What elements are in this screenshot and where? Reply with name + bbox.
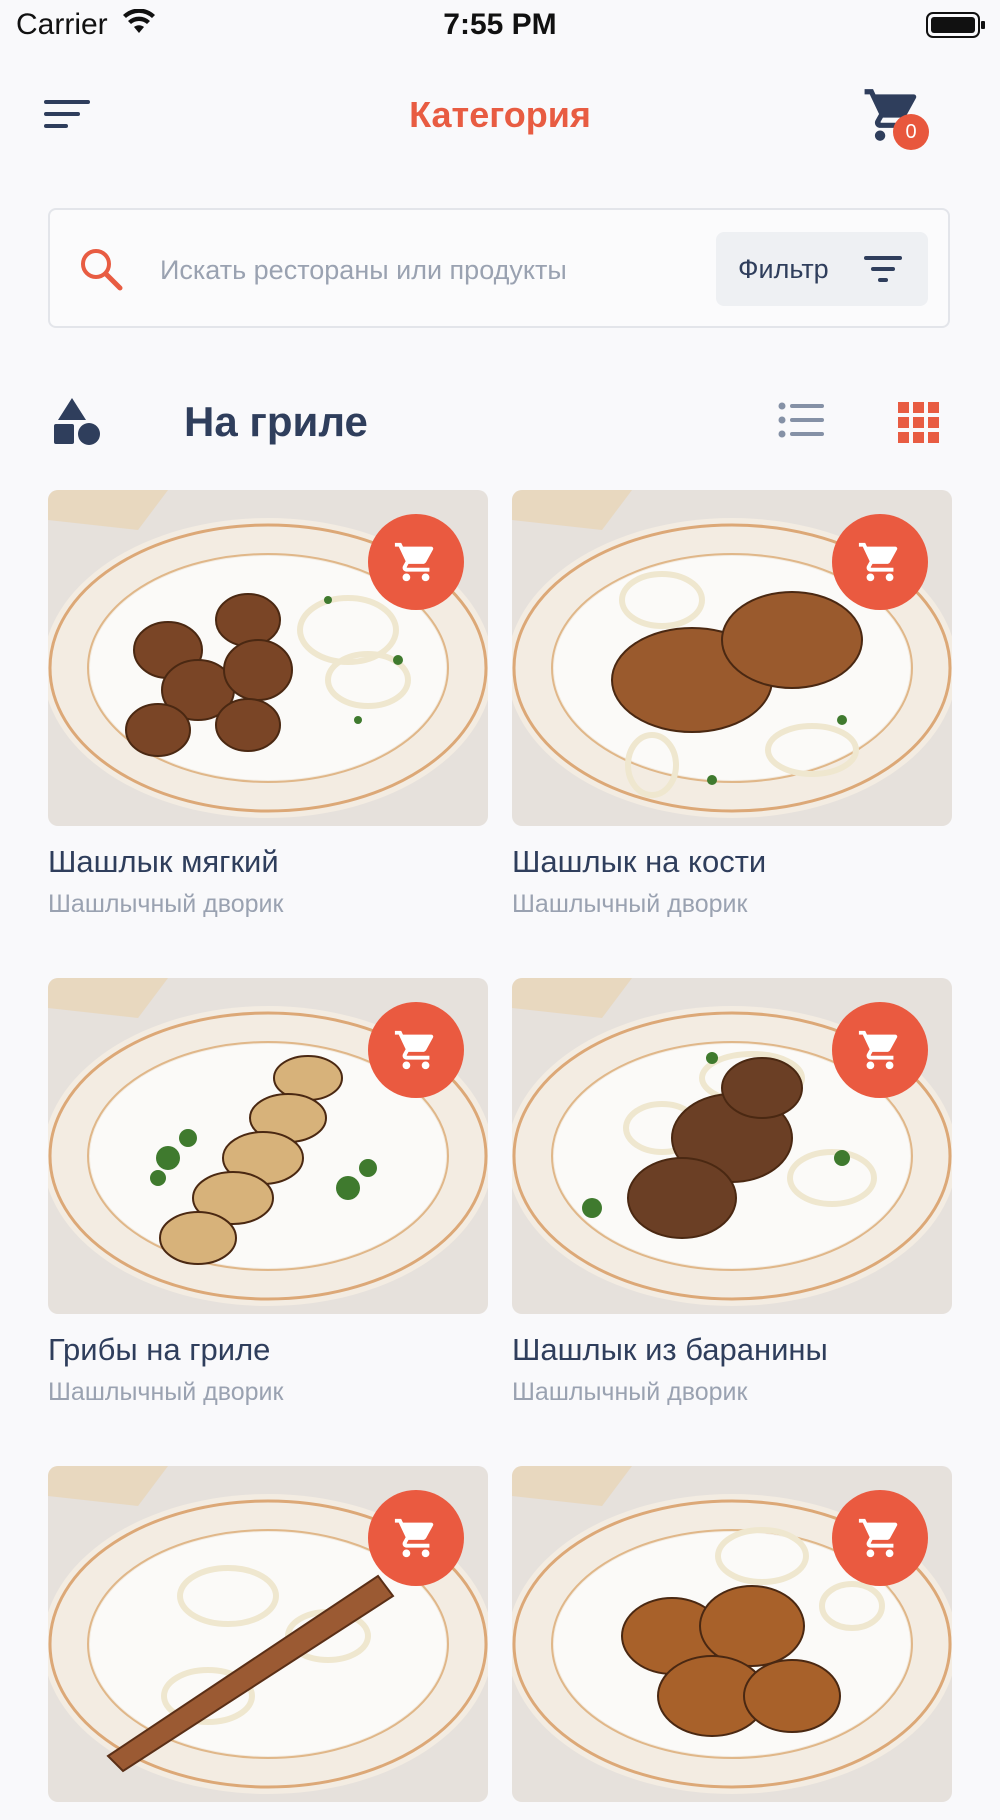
- product-image: [48, 978, 488, 1314]
- add-to-cart-icon: [858, 1030, 898, 1070]
- product-name: Шашлык из баранины: [512, 1332, 828, 1367]
- product-card[interactable]: Шашлык на кости Шашлычный дворик: [512, 490, 952, 919]
- product-vendor: Шашлычный дворик: [48, 890, 284, 918]
- section-title: На гриле: [184, 398, 368, 445]
- filter-icon: [864, 254, 904, 289]
- status-bar: Carrier 7:55 PM: [0, 0, 1000, 50]
- add-to-cart-button[interactable]: [832, 1490, 928, 1586]
- search-icon: [78, 246, 124, 297]
- add-to-cart-icon: [394, 542, 434, 582]
- product-vendor: Шашлычный дворик: [512, 1378, 748, 1406]
- filter-button[interactable]: Фильтр: [716, 232, 928, 306]
- product-image: [48, 1466, 488, 1802]
- grid-view-icon: [898, 402, 939, 443]
- product-name: Шашлык на кости: [512, 844, 767, 879]
- product-card[interactable]: Шашлык из баранины Шашлычный дворик: [512, 978, 952, 1407]
- cart-button[interactable]: 0: [862, 84, 932, 154]
- cart-count-badge: 0: [893, 114, 929, 150]
- add-to-cart-icon: [858, 1518, 898, 1558]
- add-to-cart-button[interactable]: [368, 1002, 464, 1098]
- product-vendor: Шашлычный дворик: [48, 1378, 284, 1406]
- add-to-cart-icon: [394, 1030, 434, 1070]
- product-name: Грибы на гриле: [48, 1332, 271, 1367]
- product-image: [512, 490, 952, 826]
- add-to-cart-icon: [858, 542, 898, 582]
- add-to-cart-button[interactable]: [832, 514, 928, 610]
- list-view-button[interactable]: [778, 402, 826, 447]
- product-image: [512, 1466, 952, 1802]
- page-title: Категория: [409, 94, 591, 135]
- clock: 7:55 PM: [443, 8, 557, 41]
- grid-view-button[interactable]: [898, 402, 940, 449]
- add-to-cart-icon: [394, 1518, 434, 1558]
- product-card[interactable]: Грибы на гриле Шашлычный дворик: [48, 978, 488, 1407]
- search-bar: Фильтр: [48, 208, 950, 328]
- search-input[interactable]: [158, 244, 742, 296]
- product-name: Шашлык мягкий: [48, 844, 279, 879]
- add-to-cart-button[interactable]: [368, 1490, 464, 1586]
- add-to-cart-button[interactable]: [368, 514, 464, 610]
- battery-icon: [926, 11, 986, 44]
- add-to-cart-button[interactable]: [832, 1002, 928, 1098]
- product-vendor: Шашлычный дворик: [512, 890, 748, 918]
- product-card[interactable]: Шашлык мягкий Шашлычный дворик: [48, 490, 488, 919]
- list-view-icon: [778, 402, 824, 438]
- category-icon: [52, 396, 102, 451]
- product-card[interactable]: [512, 1466, 952, 1820]
- product-image: [48, 490, 488, 826]
- product-card[interactable]: [48, 1466, 488, 1820]
- product-image: [512, 978, 952, 1314]
- filter-label: Фильтр: [738, 254, 829, 284]
